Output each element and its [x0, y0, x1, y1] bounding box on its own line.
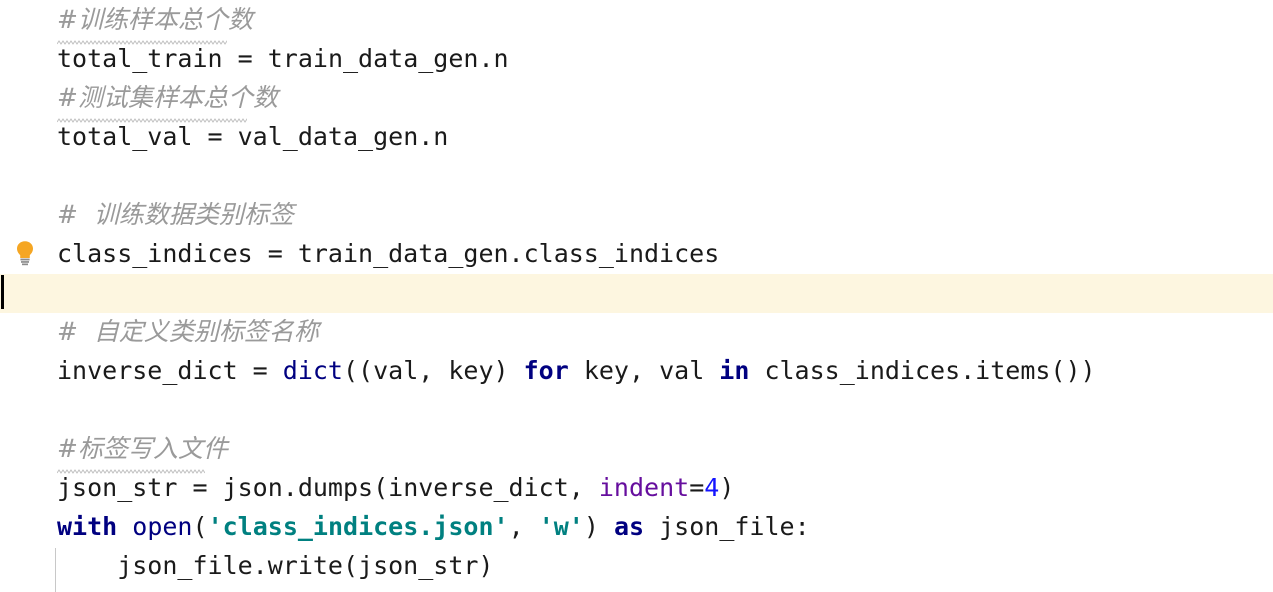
token-operator: ): [719, 473, 735, 502]
token-identifier: train_data_gen.n: [267, 44, 509, 73]
token-operator: ,: [508, 512, 539, 541]
token-operator: =: [267, 239, 298, 268]
token-identifier: train_data_gen.class_indices: [297, 239, 720, 268]
code-line[interactable]: [0, 390, 1273, 429]
code-line[interactable]: #标签写入文件: [0, 429, 1273, 468]
token-operator: json_file:: [644, 512, 810, 541]
token-comment: #标签写入文件: [57, 434, 228, 463]
token-string: 'class_indices.json': [207, 512, 509, 541]
token-comment: # 训练数据类别标签: [57, 200, 294, 229]
code-line[interactable]: with open('class_indices.json', 'w') as …: [0, 507, 1273, 546]
token-operator: [117, 512, 132, 541]
token-comment: #训练样本总个数: [57, 5, 253, 34]
code-line[interactable]: inverse_dict = dict((val, key) for key, …: [0, 351, 1273, 390]
code-editor[interactable]: #训练样本总个数 total_train = train_data_gen.n #测…: [0, 0, 1273, 592]
token-keyword: for: [523, 356, 569, 385]
token-operator: key, val: [568, 356, 720, 385]
token-kwarg: indent: [598, 473, 690, 502]
lightbulb-icon[interactable]: [15, 240, 35, 266]
token-operator: (: [192, 512, 208, 541]
token-keyword: with: [57, 512, 118, 541]
code-line[interactable]: class_indices = train_data_gen.class_ind…: [0, 234, 1273, 273]
token-operator: ((val, key): [343, 356, 524, 385]
code-lines[interactable]: #训练样本总个数 total_train = train_data_gen.n #测…: [0, 0, 1273, 585]
token-keyword: as: [613, 512, 645, 541]
code-line[interactable]: #测试集样本总个数: [0, 78, 1273, 117]
code-line[interactable]: [0, 156, 1273, 195]
token-operator: ): [583, 512, 614, 541]
token-builtin: open: [132, 512, 193, 541]
code-line[interactable]: total_val = val_data_gen.n: [0, 117, 1273, 156]
token-comment: # 自定义类别标签名称: [57, 317, 319, 346]
code-line[interactable]: json_file.write(json_str): [0, 546, 1273, 585]
token-identifier: inverse_dict: [57, 356, 253, 385]
token-identifier: total_train: [57, 44, 238, 73]
code-line[interactable]: [0, 273, 1273, 312]
token-operator: =: [237, 44, 268, 73]
token-operator: =: [689, 473, 705, 502]
token-operator: =: [252, 356, 283, 385]
text-caret: [1, 275, 4, 309]
code-line[interactable]: # 自定义类别标签名称: [0, 312, 1273, 351]
token-operator: =: [192, 473, 223, 502]
token-identifier: val_data_gen.n: [237, 122, 449, 151]
token-comment: #测试集样本总个数: [57, 83, 278, 112]
token-identifier: total_val: [57, 122, 208, 151]
token-operator: class_indices.items()): [749, 356, 1096, 385]
code-line[interactable]: #训练样本总个数: [0, 0, 1273, 39]
token-builtin: dict: [282, 356, 343, 385]
token-identifier: json_file.write(json_str): [57, 551, 494, 580]
code-line[interactable]: total_train = train_data_gen.n: [0, 39, 1273, 78]
token-operator: =: [207, 122, 238, 151]
token-keyword: in: [719, 356, 750, 385]
token-number: 4: [704, 473, 720, 502]
token-identifier: json_str: [57, 473, 193, 502]
token-identifier: class_indices: [57, 239, 268, 268]
token-string: 'w': [538, 512, 584, 541]
code-line[interactable]: # 训练数据类别标签: [0, 195, 1273, 234]
token-identifier: json.dumps(inverse_dict,: [222, 473, 599, 502]
code-line[interactable]: json_str = json.dumps(inverse_dict, inde…: [0, 468, 1273, 507]
